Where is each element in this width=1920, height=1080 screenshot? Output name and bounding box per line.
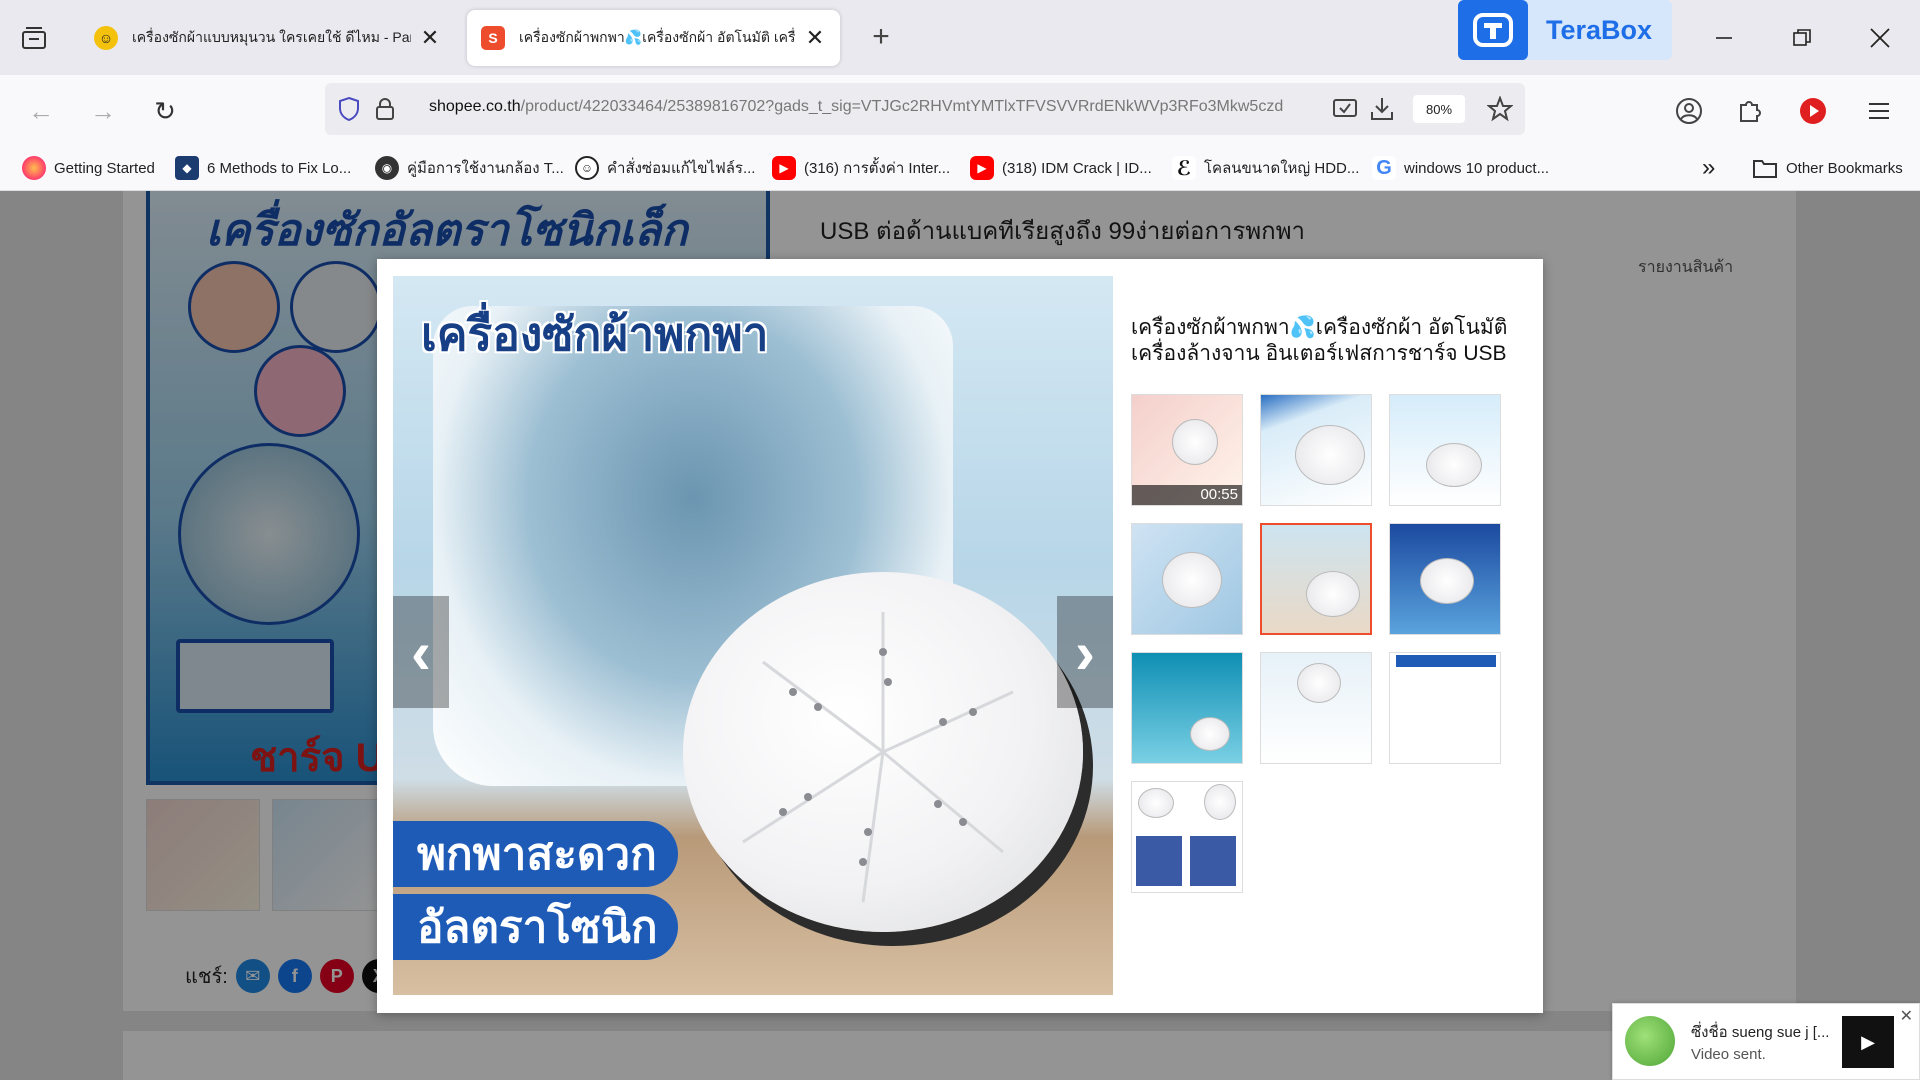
bookmark-item[interactable]: ℰ โคลนขนาดใหญ่ HDD...	[1172, 154, 1359, 182]
close-icon[interactable]: ✕	[804, 25, 826, 50]
tab-bar: ☺ เครื่องซักผ้าแบบหมุนวน ใครเคยใช้ ดีไหม…	[0, 0, 1920, 75]
reader-view-icon[interactable]	[1331, 95, 1359, 123]
chat-notification[interactable]: ซึ่งชื่อ sueng sue j [... Video sent. ▶ …	[1612, 1003, 1920, 1080]
previous-image-button[interactable]: ‹	[393, 596, 449, 708]
navigation-bar: ← → ↻ shopee.co.th/product/422033464/253…	[0, 75, 1920, 145]
lock-icon[interactable]	[371, 95, 399, 123]
thumbnail-image[interactable]	[1131, 523, 1243, 635]
thumbnail-image[interactable]	[1260, 394, 1372, 506]
play-icon: ▶	[1861, 1031, 1875, 1052]
puzzle-icon	[1740, 101, 1761, 122]
next-image-button[interactable]: ›	[1057, 596, 1113, 708]
back-button[interactable]: ←	[22, 92, 60, 130]
avatar	[1625, 1016, 1675, 1066]
thumbnail-image[interactable]	[1389, 652, 1501, 764]
thumbnail-image[interactable]	[1389, 394, 1501, 506]
account-button[interactable]	[1670, 92, 1708, 130]
youtube-icon: ▶	[772, 156, 796, 180]
url-text: shopee.co.th/product/422033464/253898167…	[429, 98, 1284, 115]
bookmark-item[interactable]: ▶ (316) การตั้งค่า Inter...	[772, 154, 950, 182]
sender-name: ซึ่งชื่อ sueng sue j [...	[1691, 1024, 1830, 1041]
bookmark-item[interactable]: ◆ 6 Methods to Fix Lo...	[175, 154, 351, 182]
back-arrow-icon: ←	[28, 95, 54, 126]
play-icon	[1800, 98, 1826, 124]
chevron-right-icon: ›	[1075, 618, 1095, 686]
new-tab-button[interactable]: +	[866, 20, 896, 53]
minimize-button[interactable]	[1702, 18, 1746, 58]
hamburger-icon	[1869, 103, 1889, 119]
chevron-left-icon: ‹	[411, 618, 431, 686]
tab-title: เครื่องซักผ้าแบบหมุนวน ใครเคยใช้ ดีไหม -…	[132, 29, 411, 45]
media-extension-button[interactable]	[1794, 92, 1832, 130]
google-icon: G	[1372, 156, 1396, 180]
more-bookmarks-button[interactable]: »	[1702, 154, 1715, 182]
reload-icon: ↻	[154, 95, 176, 126]
close-window-button[interactable]	[1858, 18, 1902, 58]
restore-button[interactable]	[1780, 18, 1824, 58]
head-icon: ☺	[575, 156, 599, 180]
tab-pantip[interactable]: ☺ เครื่องซักผ้าแบบหมุนวน ใครเคยใช้ ดีไหม…	[80, 10, 455, 66]
ninja-icon: ◉	[375, 156, 399, 180]
bookmark-item[interactable]: G windows 10 product...	[1372, 154, 1549, 182]
shield-icon[interactable]	[335, 95, 363, 123]
tab-title: เครื่องซักผ้าพกพา💦เครื่องซักผ้า อัตโนมัต…	[519, 29, 796, 45]
tab-list-button[interactable]	[16, 22, 52, 54]
image-headline: เครื่องซักผ้าพกพา	[421, 308, 769, 360]
shopee-icon: S	[481, 26, 505, 50]
bookmark-item[interactable]: ◉ คู่มือการใช้งานกล้อง T...	[375, 154, 564, 182]
other-bookmarks[interactable]: Other Bookmarks	[1752, 154, 1903, 182]
thumbnail-image[interactable]	[1260, 652, 1372, 764]
modal-main-image: เครื่องซักผ้าพกพา พกพาสะดวก อัลตราโซนิก …	[393, 276, 1113, 995]
pantip-icon: ☺	[94, 26, 118, 50]
terabox-label: TeraBox	[1546, 14, 1653, 45]
extensions-button[interactable]	[1730, 92, 1768, 130]
thumbnail-video[interactable]: 00:55	[1131, 394, 1243, 506]
restore-icon	[1793, 29, 1811, 46]
e-icon: ℰ	[1172, 156, 1196, 180]
ribbon-portable: พกพาสะดวก	[393, 821, 678, 887]
close-icon[interactable]: ✕	[419, 25, 441, 50]
bookmarks-bar: Getting Started ◆ 6 Methods to Fix Lo...…	[0, 145, 1920, 191]
tab-shopee[interactable]: S เครื่องซักผ้าพกพา💦เครื่องซักผ้า อัตโนม…	[467, 10, 840, 66]
tab-list-icon	[22, 27, 46, 49]
zoom-level[interactable]: 80%	[1413, 95, 1465, 123]
video-preview[interactable]: ▶	[1842, 1016, 1894, 1068]
forward-button[interactable]: →	[84, 92, 122, 130]
bookmark-item[interactable]: ☺ คำสั่งซ่อมแก้ไขไฟล์ร...	[575, 154, 755, 182]
forward-arrow-icon: →	[90, 95, 116, 126]
bookmark-item[interactable]: Getting Started	[22, 154, 155, 182]
folder-icon	[1753, 160, 1777, 178]
video-duration: 00:55	[1200, 486, 1238, 503]
thumbnail-image[interactable]	[1131, 652, 1243, 764]
ribbon-ultrasonic: อัลตราโซนิก	[393, 894, 678, 960]
download-icon[interactable]	[1368, 95, 1396, 123]
reload-button[interactable]: ↻	[146, 92, 184, 130]
washer-device-illustration	[683, 572, 1083, 932]
app-icon: ◆	[175, 156, 199, 180]
thumbnail-image[interactable]	[1389, 523, 1501, 635]
minimize-icon	[1716, 37, 1732, 39]
address-bar[interactable]: shopee.co.th/product/422033464/253898167…	[325, 83, 1525, 135]
double-chevron-icon: »	[1702, 154, 1716, 181]
youtube-icon: ▶	[970, 156, 994, 180]
thumbnail-image-active[interactable]	[1260, 523, 1372, 635]
firefox-icon	[22, 156, 46, 180]
image-viewer-modal: เครื่องซักผ้าพกพา พกพาสะดวก อัลตราโซนิก …	[377, 259, 1543, 1013]
close-icon[interactable]: ✕	[1900, 1006, 1913, 1026]
modal-product-title: เครื่องซักผ้าพกพา💦เครื่องซักผ้า อัตโนมัต…	[1131, 316, 1508, 365]
bookmark-star-icon[interactable]	[1486, 95, 1514, 123]
terabox-button[interactable]: TeraBox	[1458, 0, 1672, 60]
account-icon	[1676, 98, 1702, 124]
terabox-logo-icon	[1458, 0, 1528, 60]
menu-button[interactable]	[1860, 92, 1898, 130]
notification-message: Video sent.	[1691, 1046, 1766, 1063]
close-icon	[1870, 28, 1890, 48]
thumbnail-image[interactable]	[1131, 781, 1243, 893]
bookmark-item[interactable]: ▶ (318) IDM Crack | ID...	[970, 154, 1152, 182]
